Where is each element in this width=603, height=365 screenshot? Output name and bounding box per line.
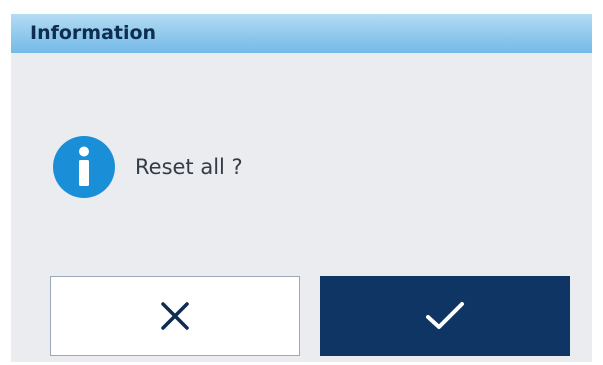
message-row: Reset all ? [53,136,243,198]
dialog-title: Information [30,22,157,44]
information-dialog: Information Reset all ? [11,14,592,362]
dialog-titlebar: Information [11,14,592,53]
checkmark-icon [426,302,464,329]
confirm-button[interactable] [320,276,570,356]
close-icon [161,302,189,330]
cancel-button[interactable] [50,276,300,356]
info-icon [53,136,115,198]
dialog-message: Reset all ? [135,155,243,179]
